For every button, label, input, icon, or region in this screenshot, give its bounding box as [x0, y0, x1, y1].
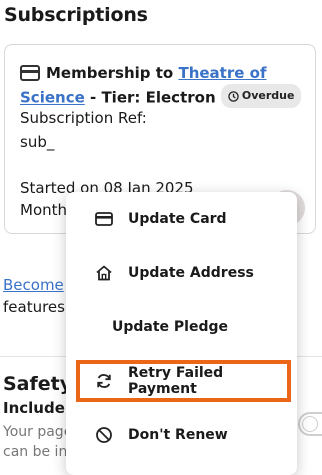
- menu-item-label: Retry Failed Payment: [128, 365, 224, 397]
- home-icon: [95, 264, 113, 282]
- subscription-ref-label: Subscription Ref:: [20, 109, 147, 127]
- status-badge-label: Overdue: [241, 89, 295, 102]
- toggle-knob: [302, 416, 318, 432]
- menu-item-update-pledge[interactable]: Update Pledge: [66, 310, 297, 344]
- subscriptions-heading: Subscriptions: [4, 4, 148, 26]
- subscription-ref-value: sub_: [20, 133, 55, 151]
- become-link[interactable]: Become: [3, 275, 64, 295]
- refresh-icon: [95, 372, 113, 390]
- safety-toggle[interactable]: [298, 412, 322, 436]
- menu-item-update-address[interactable]: Update Address: [66, 256, 297, 290]
- menu-item-label: Update Pledge: [112, 319, 229, 335]
- menu-item-label: Update Card: [128, 211, 227, 227]
- menu-item-label: Don't Renew: [128, 427, 228, 443]
- status-badge: Overdue: [220, 84, 302, 108]
- safety-heading: Safety: [3, 373, 73, 395]
- safety-subheading: Include: [3, 399, 65, 417]
- features-text: features,: [3, 298, 70, 316]
- credit-card-icon: [20, 65, 40, 81]
- subscription-options-menu: Update Card Update Address Update Pledge…: [66, 192, 297, 475]
- menu-item-dont-renew[interactable]: Don't Renew: [66, 418, 297, 452]
- clock-icon: [228, 90, 239, 102]
- block-icon: [95, 426, 113, 444]
- subscription-prefix: Membership to: [46, 64, 174, 82]
- menu-item-retry-failed-payment[interactable]: Retry Failed Payment: [76, 360, 291, 402]
- menu-item-label: Update Address: [128, 265, 254, 281]
- subscription-tier: - Tier: Electron: [90, 88, 216, 107]
- menu-item-update-card[interactable]: Update Card: [66, 202, 297, 236]
- subscription-title: Membership to Theatre of Science - Tier:…: [20, 62, 310, 109]
- credit-card-icon: [95, 210, 113, 228]
